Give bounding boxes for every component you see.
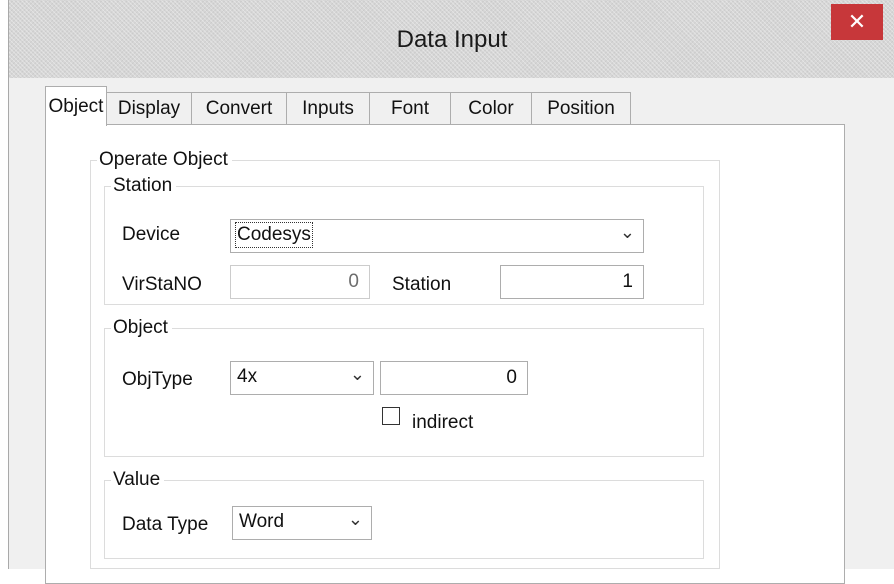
virstano-field: 0 — [230, 265, 370, 299]
data-type-label: Data Type — [122, 514, 209, 535]
device-select[interactable]: Codesys ⌄ — [230, 219, 644, 253]
station-group-label: Station — [113, 175, 173, 196]
dialog-client-area: Object Display Convert Inputs Font Color… — [17, 78, 887, 584]
device-select-value: Codesys — [235, 222, 313, 248]
value-group-label: Value — [113, 469, 161, 490]
station-field[interactable]: 1 — [500, 265, 644, 299]
tab-color[interactable]: Color — [450, 92, 532, 124]
objtype-select-value: 4x — [237, 366, 258, 387]
close-icon: ✕ — [847, 9, 867, 35]
tab-position[interactable]: Position — [531, 92, 631, 124]
objtype-select[interactable]: 4x ⌄ — [230, 361, 374, 395]
object-address-field[interactable]: 0 — [380, 361, 528, 395]
window-title: Data Input — [396, 26, 508, 53]
close-button[interactable]: ✕ — [831, 4, 883, 40]
operate-object-label: Operate Object — [99, 149, 228, 170]
chevron-down-icon: ⌄ — [349, 364, 365, 385]
title-bar[interactable]: Data Input ✕ — [9, 0, 894, 78]
tab-inputs[interactable]: Inputs — [286, 92, 370, 124]
chevron-down-icon: ⌄ — [347, 509, 363, 530]
indirect-checkbox[interactable] — [382, 407, 400, 425]
objtype-label: ObjType — [122, 369, 193, 390]
station-label: Station — [392, 274, 452, 295]
tab-object[interactable]: Object — [45, 86, 107, 126]
tab-display[interactable]: Display — [106, 92, 192, 124]
data-type-select[interactable]: Word ⌄ — [232, 506, 372, 540]
chevron-down-icon: ⌄ — [619, 222, 635, 243]
tab-convert[interactable]: Convert — [191, 92, 287, 124]
data-type-select-value: Word — [239, 511, 285, 532]
object-group-label: Object — [113, 317, 168, 338]
data-input-dialog: Data Input ✕ Object Display Convert Inpu… — [8, 0, 894, 584]
object-tab-panel: Operate Object Station Device Codesys ⌄ … — [45, 124, 845, 584]
device-label: Device — [122, 224, 181, 245]
indirect-label: indirect — [412, 412, 474, 433]
tab-font[interactable]: Font — [369, 92, 451, 124]
virstano-label: VirStaNO — [122, 274, 202, 295]
